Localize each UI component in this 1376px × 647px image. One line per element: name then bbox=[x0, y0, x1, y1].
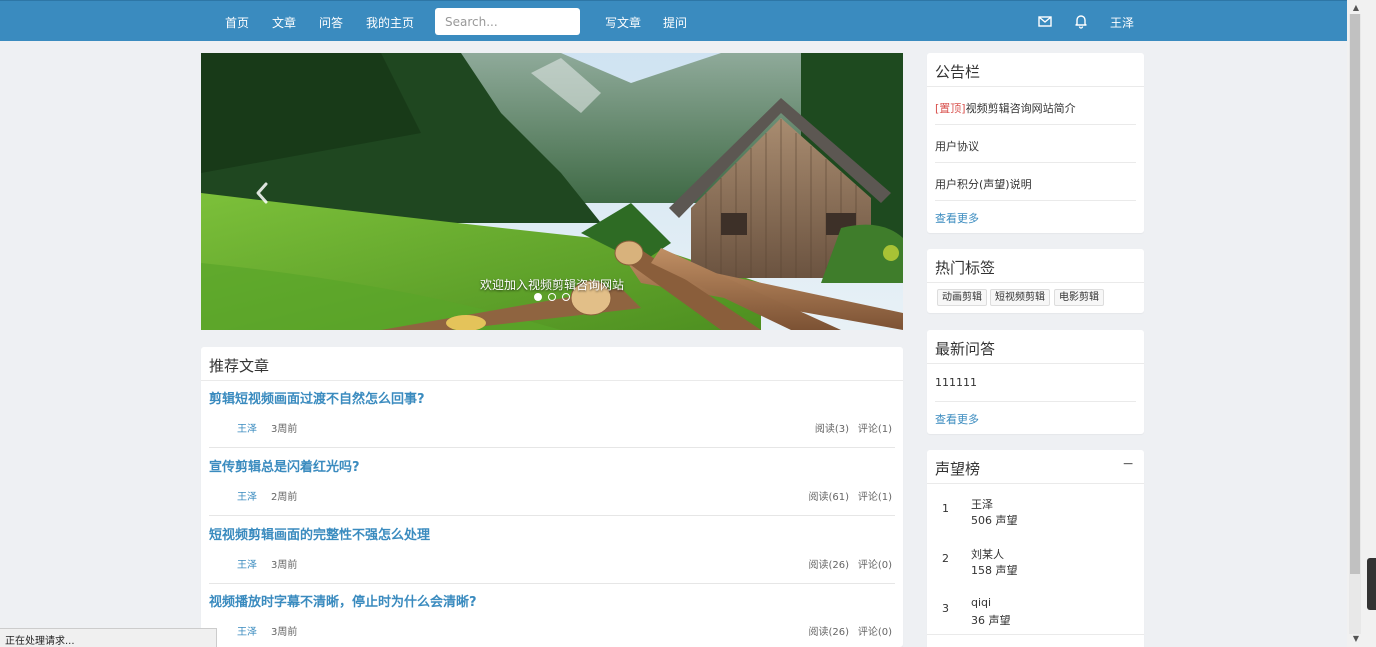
panel-title: 热门标签 bbox=[935, 259, 996, 277]
recommended-articles-panel: 推荐文章 剪辑短视频画面过渡不自然怎么回事? 王泽 3周前 阅读(3) 评论(1… bbox=[201, 347, 903, 647]
nav-articles-link[interactable]: 文章 bbox=[272, 14, 296, 31]
article-reads: 阅读(3) bbox=[814, 424, 849, 435]
article-title[interactable]: 视频播放时字幕不清晰，停止时为什么会清晰? bbox=[209, 591, 477, 610]
pinned-label: [置顶] bbox=[935, 102, 966, 115]
article-time: 3周前 bbox=[271, 560, 298, 571]
article-author[interactable]: 王泽 bbox=[237, 488, 257, 503]
write-article-link[interactable]: 写文章 bbox=[605, 14, 641, 31]
tag-chip[interactable]: 短视频剪辑 bbox=[990, 289, 1050, 306]
collapse-icon[interactable]: − bbox=[1122, 456, 1134, 472]
carousel-dot[interactable] bbox=[548, 293, 556, 301]
divider bbox=[935, 401, 1136, 402]
reputation-panel: 声望榜 − 1 王泽 506 声望 2 刘某人 158 声望 3 qiqi 36… bbox=[927, 450, 1144, 647]
rank-score: 158 声望 bbox=[971, 564, 1018, 577]
divider bbox=[927, 86, 1144, 87]
announcement-panel: 公告栏 [置顶]视频剪辑咨询网站简介 用户协议 用户积分(声望)说明 查看更多 bbox=[927, 53, 1144, 233]
divider bbox=[935, 200, 1136, 201]
panel-title: 公告栏 bbox=[935, 63, 981, 81]
article-comments: 评论(1) bbox=[857, 424, 892, 435]
announcements-more-link[interactable]: 查看更多 bbox=[935, 210, 979, 226]
nav-home-link[interactable]: 首页 bbox=[225, 14, 249, 31]
announcement-item[interactable]: 用户积分(声望)说明 bbox=[935, 176, 1032, 192]
rank-number: 3 bbox=[942, 602, 949, 615]
article-time: 3周前 bbox=[271, 627, 298, 638]
latest-qa-panel: 最新问答 111111 查看更多 bbox=[927, 330, 1144, 434]
article-item: 宣传剪辑总是闪着红光吗? 王泽 2周前 阅读(61) 评论(1) bbox=[209, 448, 895, 516]
article-comments: 评论(1) bbox=[857, 492, 892, 503]
carousel-caption: 欢迎加入视频剪辑咨询网站 bbox=[479, 278, 624, 292]
scroll-thumb[interactable] bbox=[1350, 14, 1360, 574]
hero-carousel: 欢迎加入视频剪辑咨询网站 bbox=[201, 53, 903, 330]
article-time: 2周前 bbox=[271, 492, 298, 503]
announcement-title: 视频剪辑咨询网站简介 bbox=[965, 102, 1076, 115]
browser-status-bar: 正在处理请求... bbox=[0, 628, 217, 647]
qa-more-link[interactable]: 查看更多 bbox=[935, 411, 979, 427]
article-title[interactable]: 宣传剪辑总是闪着红光吗? bbox=[209, 456, 360, 475]
rank-user-name[interactable]: 刘某人 bbox=[971, 546, 1004, 562]
divider bbox=[927, 483, 1144, 484]
top-navbar: 首页 文章 问答 我的主页 写文章 提问 王泽 bbox=[0, 0, 1347, 41]
article-reads: 阅读(61) bbox=[808, 492, 849, 503]
scroll-track[interactable] bbox=[1349, 14, 1361, 634]
divider bbox=[927, 282, 1144, 283]
nav-my-home-link[interactable]: 我的主页 bbox=[366, 14, 414, 31]
article-item: 剪辑短视频画面过渡不自然怎么回事? 王泽 3周前 阅读(3) 评论(1) bbox=[209, 380, 895, 448]
article-title[interactable]: 短视频剪辑画面的完整性不强怎么处理 bbox=[209, 524, 430, 543]
rank-user-name[interactable]: 王泽 bbox=[971, 496, 993, 512]
carousel-dot[interactable] bbox=[534, 293, 542, 301]
carousel-prev-icon[interactable] bbox=[253, 181, 271, 205]
article-author[interactable]: 王泽 bbox=[237, 556, 257, 571]
scroll-down-icon[interactable]: ▼ bbox=[1351, 634, 1361, 644]
user-menu-link[interactable]: 王泽 bbox=[1110, 14, 1134, 31]
side-widget-handle[interactable] bbox=[1367, 558, 1376, 610]
ask-question-link[interactable]: 提问 bbox=[663, 14, 687, 31]
carousel-dot[interactable] bbox=[562, 293, 570, 301]
announcement-item[interactable]: [置顶]视频剪辑咨询网站简介 bbox=[935, 100, 1076, 116]
search-input[interactable] bbox=[435, 8, 580, 35]
carousel-indicators bbox=[201, 293, 903, 301]
rank-score: 506 声望 bbox=[971, 514, 1018, 527]
tag-chip[interactable]: 动画剪辑 bbox=[937, 289, 987, 306]
page-scrollbar[interactable]: ▲ ▼ bbox=[1347, 0, 1376, 647]
scroll-up-icon[interactable]: ▲ bbox=[1351, 3, 1361, 13]
article-item: 短视频剪辑画面的完整性不强怎么处理 王泽 3周前 阅读(26) 评论(0) bbox=[209, 516, 895, 584]
article-reads: 阅读(26) bbox=[808, 627, 849, 638]
tag-chip[interactable]: 电影剪辑 bbox=[1054, 289, 1104, 306]
divider bbox=[927, 634, 1144, 635]
nav-qa-link[interactable]: 问答 bbox=[319, 14, 343, 31]
article-time: 3周前 bbox=[271, 424, 298, 435]
article-author[interactable]: 王泽 bbox=[237, 420, 257, 435]
article-item: 视频播放时字幕不清晰，停止时为什么会清晰? 王泽 3周前 阅读(26) 评论(0… bbox=[209, 583, 895, 647]
article-reads: 阅读(26) bbox=[808, 560, 849, 571]
rank-score: 36 声望 bbox=[971, 614, 1011, 627]
rank-number: 2 bbox=[942, 552, 949, 565]
divider bbox=[927, 363, 1144, 364]
divider bbox=[935, 124, 1136, 125]
article-author[interactable]: 王泽 bbox=[237, 623, 257, 638]
envelope-icon[interactable] bbox=[1037, 13, 1053, 29]
divider bbox=[935, 162, 1136, 163]
rank-user-name[interactable]: qiqi bbox=[971, 596, 991, 609]
hot-tags-panel: 热门标签 动画剪辑 短视频剪辑 电影剪辑 bbox=[927, 249, 1144, 313]
rank-number: 1 bbox=[942, 502, 949, 515]
bell-icon[interactable] bbox=[1073, 13, 1089, 29]
qa-item[interactable]: 111111 bbox=[935, 376, 977, 389]
panel-title: 推荐文章 bbox=[209, 357, 270, 375]
article-comments: 评论(0) bbox=[857, 627, 892, 638]
article-title[interactable]: 剪辑短视频画面过渡不自然怎么回事? bbox=[209, 388, 425, 407]
panel-title: 声望榜 bbox=[935, 460, 981, 478]
announcement-item[interactable]: 用户协议 bbox=[935, 138, 979, 154]
article-comments: 评论(0) bbox=[857, 560, 892, 571]
panel-title: 最新问答 bbox=[935, 340, 996, 358]
